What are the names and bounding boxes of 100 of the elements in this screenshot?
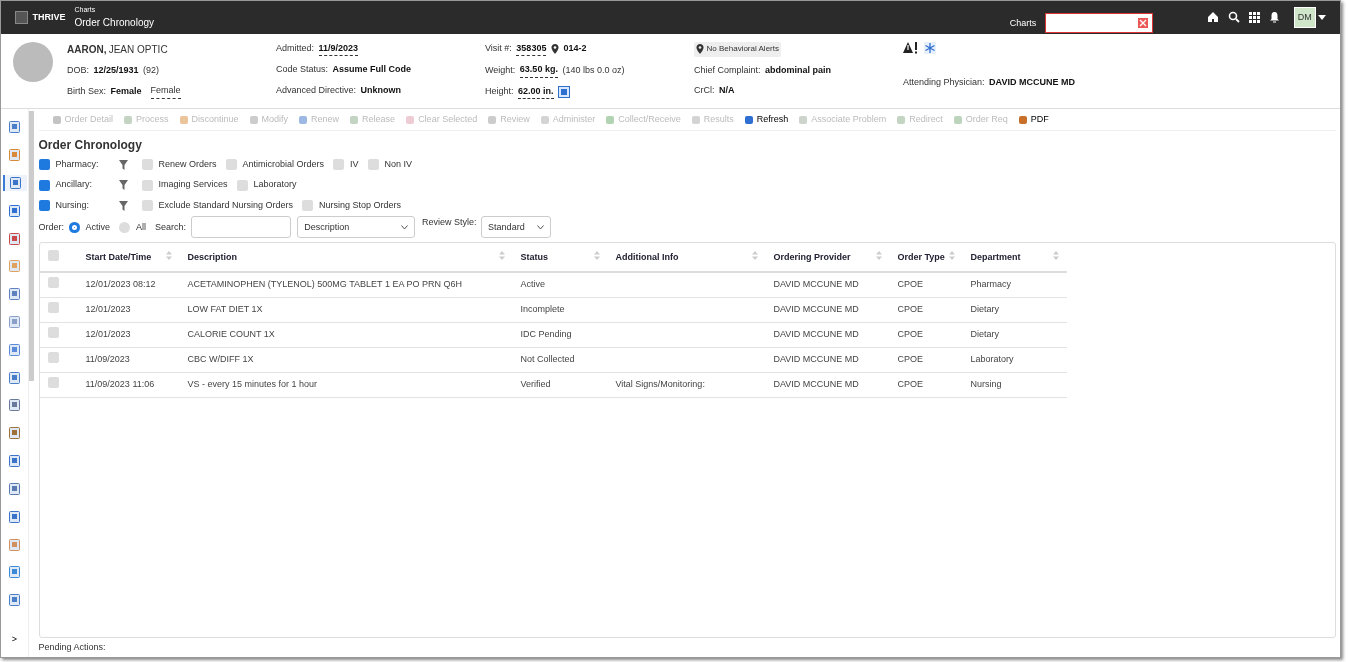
search-field[interactable] bbox=[190, 216, 291, 239]
warning-icon bbox=[903, 41, 919, 54]
radio-button[interactable] bbox=[119, 221, 131, 233]
logo-icon bbox=[15, 10, 28, 24]
table-cell: CPOE bbox=[889, 372, 963, 398]
select-all-checkbox[interactable] bbox=[47, 249, 59, 261]
column-header[interactable]: Additional Info bbox=[607, 243, 766, 273]
checkbox[interactable] bbox=[38, 159, 50, 171]
table-cell: 12/01/2023 bbox=[77, 297, 180, 323]
document-icon bbox=[9, 455, 20, 468]
checkbox[interactable] bbox=[141, 179, 153, 191]
document-icon bbox=[9, 149, 20, 162]
row-checkbox[interactable] bbox=[47, 352, 59, 364]
filter-icon[interactable] bbox=[118, 180, 128, 191]
checkbox[interactable] bbox=[38, 200, 50, 212]
table-row[interactable]: 12/01/2023 CALORIE COUNT 1X IDC Pending DAVID MCCUNE MD CPOE Dietary bbox=[39, 322, 1067, 348]
toolbar-button[interactable]: Refresh bbox=[738, 113, 794, 127]
page-title: Order Chronology bbox=[74, 16, 154, 31]
radio-button[interactable] bbox=[68, 221, 80, 233]
field-label: Order: bbox=[38, 220, 64, 234]
filter-icon[interactable] bbox=[118, 200, 128, 211]
row-checkbox[interactable] bbox=[47, 302, 59, 314]
document-icon bbox=[9, 343, 20, 356]
radio-label: Active bbox=[85, 220, 111, 234]
field-value: 11/9/2023 bbox=[318, 41, 359, 57]
checkbox-label: Exclude Standard Nursing Orders bbox=[158, 198, 294, 212]
field-value: 12/25/1931 bbox=[93, 63, 139, 77]
user-avatar[interactable]: DM bbox=[1293, 6, 1316, 29]
document-icon bbox=[9, 232, 20, 245]
home-icon[interactable] bbox=[1207, 11, 1220, 24]
document-icon bbox=[9, 594, 20, 607]
review-style-dropdown[interactable]: Standard bbox=[481, 216, 552, 239]
filter-icon[interactable] bbox=[118, 159, 128, 170]
location-pin-icon bbox=[550, 44, 559, 55]
document-icon bbox=[9, 427, 20, 440]
checkbox-label: Ancillary: bbox=[55, 178, 92, 192]
table-cell: DAVID MCCUNE MD bbox=[765, 322, 890, 348]
table-cell: CALORIE COUNT 1X bbox=[179, 322, 513, 348]
field-label: Search: bbox=[155, 220, 187, 234]
table-cell: 11/09/2023 11:06 bbox=[77, 372, 180, 398]
row-checkbox[interactable] bbox=[47, 277, 59, 289]
checkbox[interactable] bbox=[225, 159, 237, 171]
column-header[interactable]: Department bbox=[962, 243, 1067, 273]
column-header[interactable]: Status bbox=[512, 243, 608, 273]
table-cell: LOW FAT DIET 1X bbox=[179, 297, 513, 323]
checkbox[interactable] bbox=[333, 159, 345, 171]
table-cell: Not Collected bbox=[512, 347, 608, 373]
checkbox[interactable] bbox=[236, 179, 248, 191]
column-header[interactable]: Start Date/Time bbox=[77, 243, 180, 273]
search-icon[interactable] bbox=[1228, 11, 1241, 24]
checkbox[interactable] bbox=[141, 200, 153, 212]
column-header[interactable]: Ordering Provider bbox=[765, 243, 890, 273]
chevron-down-icon bbox=[401, 224, 409, 230]
field-value: DAVID MCCUNE MD bbox=[989, 75, 1075, 89]
patient-tab[interactable] bbox=[1045, 13, 1154, 34]
caret-icon[interactable] bbox=[1318, 14, 1326, 20]
field-value: N/A bbox=[719, 84, 735, 98]
field-label: CrCl: bbox=[694, 84, 715, 98]
visit-link[interactable]: 358305 bbox=[516, 41, 547, 57]
row-checkbox[interactable] bbox=[47, 327, 59, 339]
grid-icon[interactable] bbox=[1249, 11, 1261, 23]
calculator-icon[interactable] bbox=[558, 86, 571, 99]
checkbox[interactable] bbox=[302, 200, 314, 212]
table-cell: ACETAMINOPHEN (TYLENOL) 500MG TABLET 1 EA PO PRN Q6H bbox=[179, 272, 513, 298]
charts-link[interactable]: Charts bbox=[1009, 16, 1037, 31]
checkbox[interactable] bbox=[38, 179, 50, 191]
document-icon bbox=[9, 482, 20, 495]
table-cell: 11/09/2023 bbox=[77, 347, 180, 373]
field-value: Female bbox=[150, 84, 181, 99]
table-row[interactable]: 12/01/2023 08:12 ACETAMINOPHEN (TYLENOL) 500MG TABLET 1 EA PO PRN Q6H Active DAVID MCCUNE MD CPOE Pharmacy bbox=[39, 272, 1067, 298]
sort-icon bbox=[751, 250, 758, 260]
document-icon bbox=[9, 260, 20, 273]
photo-placeholder bbox=[13, 41, 53, 82]
bell-icon[interactable] bbox=[1269, 11, 1281, 24]
table-row[interactable]: 11/09/2023 CBC W/DIFF 1X Not Collected DAVID MCCUNE MD CPOE Laboratory bbox=[39, 347, 1067, 373]
table-cell: 12/01/2023 08:12 bbox=[77, 272, 180, 298]
checkbox[interactable] bbox=[367, 159, 379, 171]
field-value: 63.50 kg. bbox=[519, 63, 558, 78]
checkbox-label: Laboratory bbox=[253, 178, 297, 192]
search-by-dropdown[interactable]: Description bbox=[297, 216, 416, 239]
sidebar-item[interactable] bbox=[2, 175, 27, 191]
table-cell: Vital Signs/Monitoring: bbox=[607, 372, 766, 398]
checkbox-label: Nursing Stop Orders bbox=[319, 198, 402, 212]
toolbar-button[interactable]: PDF bbox=[1012, 113, 1054, 127]
scrollbar[interactable] bbox=[29, 111, 34, 382]
sort-icon bbox=[875, 250, 882, 260]
column-header[interactable]: Order Type bbox=[889, 243, 963, 273]
table-cell: Dietary bbox=[962, 322, 1067, 348]
table-row[interactable]: 12/01/2023 LOW FAT DIET 1X Incomplete DAVID MCCUNE MD CPOE Dietary bbox=[39, 297, 1067, 323]
patient-last-name: AARON, bbox=[67, 42, 107, 57]
checkbox-label: Antimicrobial Orders bbox=[242, 157, 325, 171]
table-cell: CPOE bbox=[889, 322, 963, 348]
sort-icon bbox=[948, 250, 955, 260]
brand-name: THRIVE bbox=[32, 10, 66, 24]
column-header[interactable]: Description bbox=[179, 243, 513, 273]
table-row[interactable]: 11/09/2023 11:06 VS - every 15 minutes for 1 hour Verified Vital Signs/Monitoring: DAVID MCCUNE MD CPOE Nursing bbox=[39, 372, 1067, 398]
expand-button[interactable]: > bbox=[2, 632, 27, 648]
checkbox[interactable] bbox=[141, 159, 153, 171]
row-checkbox[interactable] bbox=[47, 377, 59, 389]
document-icon bbox=[9, 121, 20, 134]
